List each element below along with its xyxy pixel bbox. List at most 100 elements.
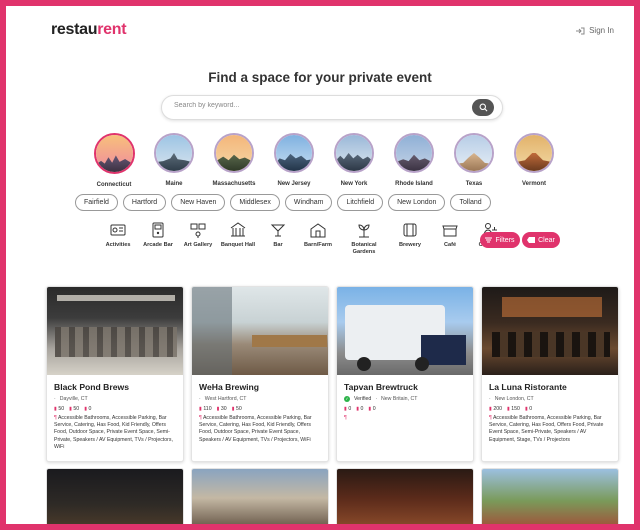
category-barn-farm[interactable]: Barn/Farm [300,221,336,249]
filters-button[interactable]: Filters [480,232,520,248]
state-image [214,133,254,173]
state-label: New York [340,181,368,187]
page-frame: restaurent Sign In Find a space for your… [6,6,634,524]
capacity-private: ▮ 0 [368,406,376,412]
standing-icon: ▮ [54,406,57,412]
venue-card[interactable]: La Luna Ristorante · New London, CT ▮ 200… [481,286,619,462]
capacity-private: ▮ 50 [231,406,242,412]
venue-photo [47,287,183,375]
venue-amenities: ¶ Accessible Bathrooms, Accessible Parki… [199,415,312,443]
capacity-private: ▮ 0 [524,406,533,412]
search-input[interactable] [174,102,454,109]
verified-label: Verified [354,396,372,402]
standing-icon: ▮ [344,406,347,412]
capacity-seated: ▮ 30 [216,406,227,412]
county-pill[interactable]: Fairfield [75,194,118,211]
location-text: West Hartford, CT [204,396,247,402]
location-text: Dayville, CT [59,396,88,402]
logo-prefix: restau [51,21,98,38]
county-pill[interactable]: Hartford [122,194,167,211]
category-label: Brewery [398,242,422,248]
venue-photo [337,287,473,375]
state-massachusetts[interactable]: Massachusetts [204,133,264,188]
category-banquet-hall[interactable]: Banquet Hall [220,221,256,249]
venue-card[interactable] [336,468,474,524]
capacity-row: ▮ 200 ▮ 150 ▮ 0 [489,406,611,412]
category-brewery[interactable]: Brewery [392,221,428,249]
state-image [93,133,135,174]
county-pill[interactable]: New Haven [171,194,226,211]
venue-card[interactable]: WeHa Brewing · West Hartford, CT ▮ 110 ▮ … [191,286,329,462]
cafe-icon [442,225,458,237]
filter-icon [485,237,493,243]
venue-location: · New London, CT [489,396,611,402]
venue-amenities: ¶ Accessible Bathrooms, Accessible Parki… [54,415,173,450]
private-icon: ▮ [84,406,88,412]
category-label: Café [443,242,457,248]
state-rhode-island[interactable]: Rhode Island [384,133,444,188]
category-filters: Activities Arcade Bar Art Gallery Banque… [100,221,508,256]
venue-grid-row-2 [46,468,619,524]
header: restaurent Sign In [6,6,634,46]
logo[interactable]: restaurent [51,21,127,39]
search-button[interactable] [472,99,494,116]
sign-in-link[interactable]: Sign In [575,26,614,35]
state-image [274,133,314,173]
state-vermont[interactable]: Vermont [504,133,564,188]
venue-amenities: ¶ Accessible Bathrooms, Accessible Parki… [489,415,604,443]
venue-card[interactable] [481,468,619,524]
seated-icon: ▮ [216,406,220,412]
state-new-york[interactable]: New York [324,133,384,188]
category-label: Activities [105,242,131,248]
page-title: Find a space for your private event [208,70,432,85]
state-maine[interactable]: Maine [144,133,204,188]
state-texas[interactable]: Texas [444,133,504,188]
county-pill[interactable]: Tolland [450,194,491,211]
location-pin-icon: · [54,396,56,402]
standing-icon: ▮ [489,406,492,412]
capacity-standing: ▮ 50 [54,406,65,412]
category-botanical-gardens[interactable]: Botanical Gardens [340,221,388,256]
venue-card[interactable] [191,468,329,524]
category-cafe[interactable]: Café [432,221,468,249]
amenities-icon: ¶ [344,415,347,421]
category-art-gallery[interactable]: Art Gallery [180,221,216,249]
botanical-icon [358,224,370,238]
seated-icon: ▮ [506,406,510,412]
location-pin-icon: · [199,396,201,402]
venue-card[interactable] [46,468,184,524]
state-image [454,133,494,173]
category-bar[interactable]: Bar [260,221,296,249]
standing-icon: ▮ [199,406,202,412]
state-label: Texas [465,181,483,187]
state-connecticut[interactable]: Connecticut [84,133,144,188]
venue-card[interactable]: Black Pond Brews · Dayville, CT ▮ 50 ▮ 50… [46,286,184,462]
arcade-icon [152,222,164,238]
seated-icon: ▮ [356,406,360,412]
venue-photo [482,287,618,375]
barn-icon [310,223,326,238]
venue-location: · Dayville, CT [54,396,176,402]
category-arcade-bar[interactable]: Arcade Bar [140,221,176,249]
county-pill[interactable]: New London [388,194,446,211]
county-pill[interactable]: Middlesex [230,194,280,211]
state-new-jersey[interactable]: New Jersey [264,133,324,188]
logo-suffix: rent [97,21,127,38]
county-pill[interactable]: Litchfield [337,194,384,211]
county-pill[interactable]: Windham [284,194,333,211]
private-icon: ▮ [368,406,372,412]
state-label: New Jersey [277,181,311,187]
venue-name: WeHa Brewing [199,382,260,392]
state-selector: Connecticut Maine Massachusetts New Jers… [84,133,564,188]
category-activities[interactable]: Activities [100,221,136,249]
category-label: Art Gallery [183,242,213,248]
clear-button[interactable]: Clear [522,232,560,248]
capacity-standing: ▮ 0 [344,406,352,412]
location-text: New London, CT [494,396,534,402]
state-label: Maine [165,181,183,187]
capacity-seated: ▮ 50 [69,406,80,412]
category-label: Bar [273,242,283,248]
venue-location: ✓ Verified · New Britain, CT [344,396,466,402]
cocktail-icon [270,224,286,237]
venue-card[interactable]: Tapvan Brewtruck ✓ Verified · New Britain… [336,286,474,462]
